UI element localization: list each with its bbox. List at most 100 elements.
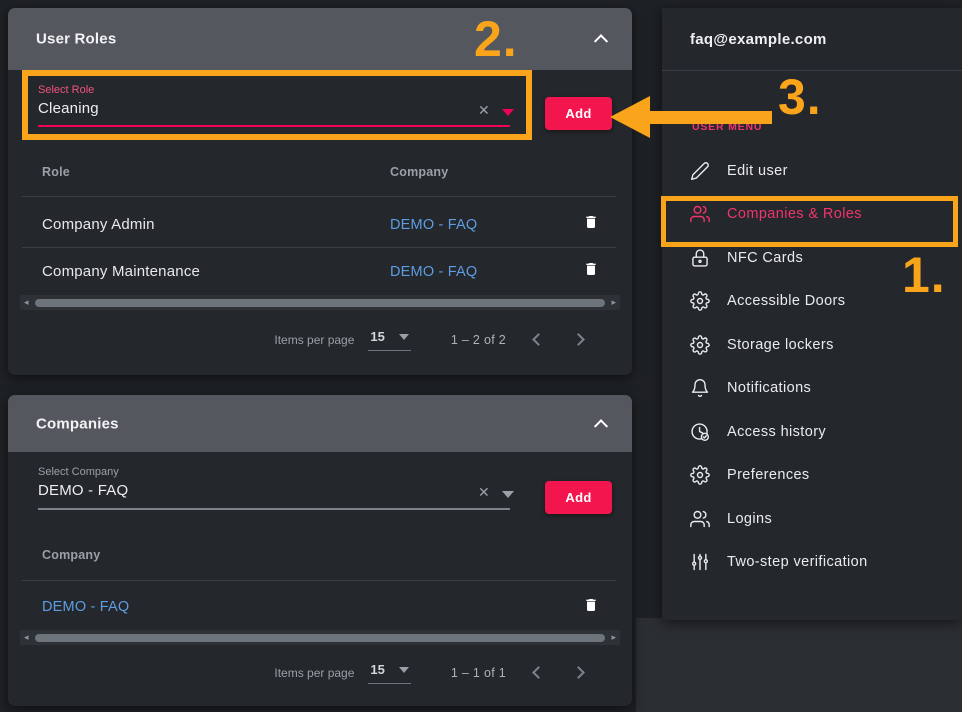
previous-page-button[interactable] (524, 327, 550, 353)
sidebar-item-access-history[interactable]: Access history (662, 410, 962, 454)
sidebar-item-companies-roles[interactable]: Companies & Roles (662, 193, 962, 237)
sidebar-item-label: Two-step verification (727, 554, 868, 570)
table-row-role: Company Admin (42, 216, 155, 233)
trash-icon (583, 260, 599, 278)
sidebar-divider (662, 70, 962, 71)
companies-panel: Companies Select Company DEMO - FAQ ✕ Ad… (8, 395, 632, 706)
scrollbar-thumb[interactable] (35, 634, 605, 642)
select-company-label: Select Company (38, 466, 119, 478)
scroll-right-icon[interactable]: ▸ (611, 296, 616, 309)
people-icon (690, 204, 710, 224)
row-divider (22, 196, 616, 197)
sidebar-item-label: Companies & Roles (727, 206, 862, 222)
page-range-label: 1 – 2 of 2 (451, 333, 506, 347)
sidebar-item-label: Storage lockers (727, 337, 834, 353)
dropdown-caret-icon[interactable] (502, 109, 514, 116)
user-menu: Edit user Companies & Roles NFC Cards Ac… (662, 149, 962, 584)
lock-icon (690, 248, 710, 268)
companies-paginator: Items per page 15 1 – 1 of 1 (274, 658, 594, 688)
history-clock-icon (690, 422, 710, 442)
horizontal-scrollbar[interactable]: ◂ ▸ (20, 630, 620, 645)
column-header-company: Company (390, 165, 448, 179)
add-role-button[interactable]: Add (545, 97, 612, 130)
scroll-left-icon[interactable]: ◂ (24, 631, 29, 644)
chevron-right-icon (572, 333, 585, 346)
page-background (636, 618, 962, 712)
delete-role-button[interactable] (578, 211, 604, 235)
sidebar-item-edit-user[interactable]: Edit user (662, 149, 962, 193)
user-menu-sidebar: faq@example.com USER MENU Edit user Comp… (662, 8, 962, 620)
sidebar-item-storage-lockers[interactable]: Storage lockers (662, 323, 962, 367)
scrollbar-thumb[interactable] (35, 299, 605, 307)
sidebar-item-accessible-doors[interactable]: Accessible Doors (662, 280, 962, 324)
company-link[interactable]: DEMO - FAQ (390, 217, 477, 233)
user-menu-section-label: USER MENU (692, 121, 762, 133)
chevron-up-icon (594, 419, 608, 433)
next-page-button[interactable] (568, 660, 594, 686)
dropdown-caret-icon (399, 334, 409, 340)
companies-title: Companies (36, 415, 119, 432)
delete-company-button[interactable] (578, 594, 604, 618)
page-range-label: 1 – 1 of 1 (451, 666, 506, 680)
items-per-page-label: Items per page (274, 666, 354, 680)
trash-icon (583, 213, 599, 231)
sliders-icon (690, 552, 710, 572)
chevron-left-icon (532, 666, 545, 679)
chevron-right-icon (572, 666, 585, 679)
page-size-select[interactable]: 15 (368, 662, 410, 684)
sidebar-item-preferences[interactable]: Preferences (662, 454, 962, 498)
sidebar-item-two-step-verification[interactable]: Two-step verification (662, 541, 962, 585)
table-row-role: Company Maintenance (42, 263, 200, 280)
previous-page-button[interactable] (524, 660, 550, 686)
user-roles-header[interactable]: User Roles (8, 8, 632, 70)
chevron-left-icon (532, 333, 545, 346)
row-divider (22, 247, 616, 248)
sidebar-item-nfc-cards[interactable]: NFC Cards (662, 236, 962, 280)
pencil-icon (690, 161, 710, 181)
clear-icon[interactable]: ✕ (478, 485, 490, 499)
company-link[interactable]: DEMO - FAQ (390, 264, 477, 280)
select-company-combobox[interactable]: DEMO - FAQ (38, 482, 128, 499)
sidebar-item-label: Preferences (727, 467, 810, 483)
bell-icon (690, 378, 710, 398)
sidebar-item-label: Accessible Doors (727, 293, 845, 309)
next-page-button[interactable] (568, 327, 594, 353)
scroll-right-icon[interactable]: ▸ (611, 631, 616, 644)
dropdown-caret-icon (399, 667, 409, 673)
column-header-company: Company (42, 548, 100, 562)
sidebar-item-label: Access history (727, 424, 826, 440)
trash-icon (583, 596, 599, 614)
select-role-combobox[interactable]: Cleaning (38, 100, 99, 117)
delete-role-button[interactable] (578, 258, 604, 282)
gear-icon (690, 465, 710, 485)
dropdown-caret-icon[interactable] (502, 491, 514, 498)
row-divider (22, 580, 616, 581)
sidebar-item-notifications[interactable]: Notifications (662, 367, 962, 411)
companies-header[interactable]: Companies (8, 395, 632, 452)
sidebar-item-logins[interactable]: Logins (662, 497, 962, 541)
company-link[interactable]: DEMO - FAQ (42, 599, 129, 615)
account-email: faq@example.com (690, 31, 827, 48)
scroll-left-icon[interactable]: ◂ (24, 296, 29, 309)
page-size-value: 15 (370, 662, 384, 677)
sidebar-item-label: Edit user (727, 163, 788, 179)
user-roles-panel: User Roles Select Role Cleaning ✕ Add Ro… (8, 8, 632, 375)
sidebar-item-label: NFC Cards (727, 250, 803, 266)
people-icon (690, 509, 710, 529)
horizontal-scrollbar[interactable]: ◂ ▸ (20, 295, 620, 310)
page-size-select[interactable]: 15 (368, 329, 410, 351)
column-header-role: Role (42, 165, 70, 179)
chevron-up-icon (594, 34, 608, 48)
add-company-button[interactable]: Add (545, 481, 612, 514)
gear-icon (690, 335, 710, 355)
roles-paginator: Items per page 15 1 – 2 of 2 (274, 325, 594, 355)
gear-icon (690, 291, 710, 311)
sidebar-item-label: Logins (727, 511, 772, 527)
companies-roles-page: User Roles Select Role Cleaning ✕ Add Ro… (0, 0, 962, 712)
items-per-page-label: Items per page (274, 333, 354, 347)
clear-icon[interactable]: ✕ (478, 103, 490, 117)
page-size-value: 15 (370, 329, 384, 344)
select-role-underline (38, 125, 510, 127)
select-role-label: Select Role (38, 84, 94, 96)
sidebar-item-label: Notifications (727, 380, 811, 396)
